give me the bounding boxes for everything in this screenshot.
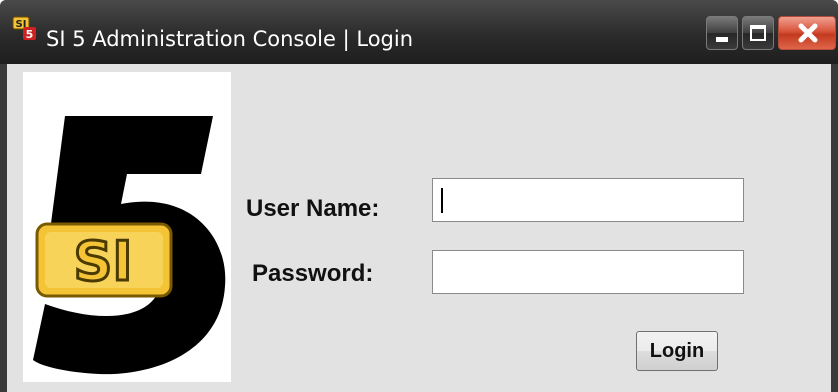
minimize-icon [716, 37, 728, 42]
svg-text:5: 5 [26, 28, 34, 41]
si5-logo: SI [33, 116, 226, 375]
maximize-icon [750, 25, 766, 41]
login-window: SI 5 SI 5 Administration Console | Login [0, 0, 838, 392]
password-input[interactable] [432, 250, 744, 294]
logo-badge-text: SI [74, 230, 133, 293]
login-form-area: SI User Name: Password: Login [7, 64, 831, 392]
password-label: Password: [252, 260, 374, 287]
close-icon [798, 23, 818, 43]
login-button[interactable]: Login [636, 331, 718, 371]
si5-app-icon: SI 5 [12, 16, 36, 41]
logo-panel: SI [23, 72, 231, 382]
close-button[interactable] [778, 16, 836, 50]
username-label: User Name: [246, 195, 380, 222]
text-cursor [441, 188, 443, 213]
maximize-button[interactable] [742, 16, 774, 50]
window-title: SI 5 Administration Console | Login [46, 27, 414, 51]
title-bar[interactable]: SI 5 SI 5 Administration Console | Login [0, 0, 838, 64]
minimize-button[interactable] [706, 16, 738, 50]
username-input[interactable] [432, 178, 744, 222]
